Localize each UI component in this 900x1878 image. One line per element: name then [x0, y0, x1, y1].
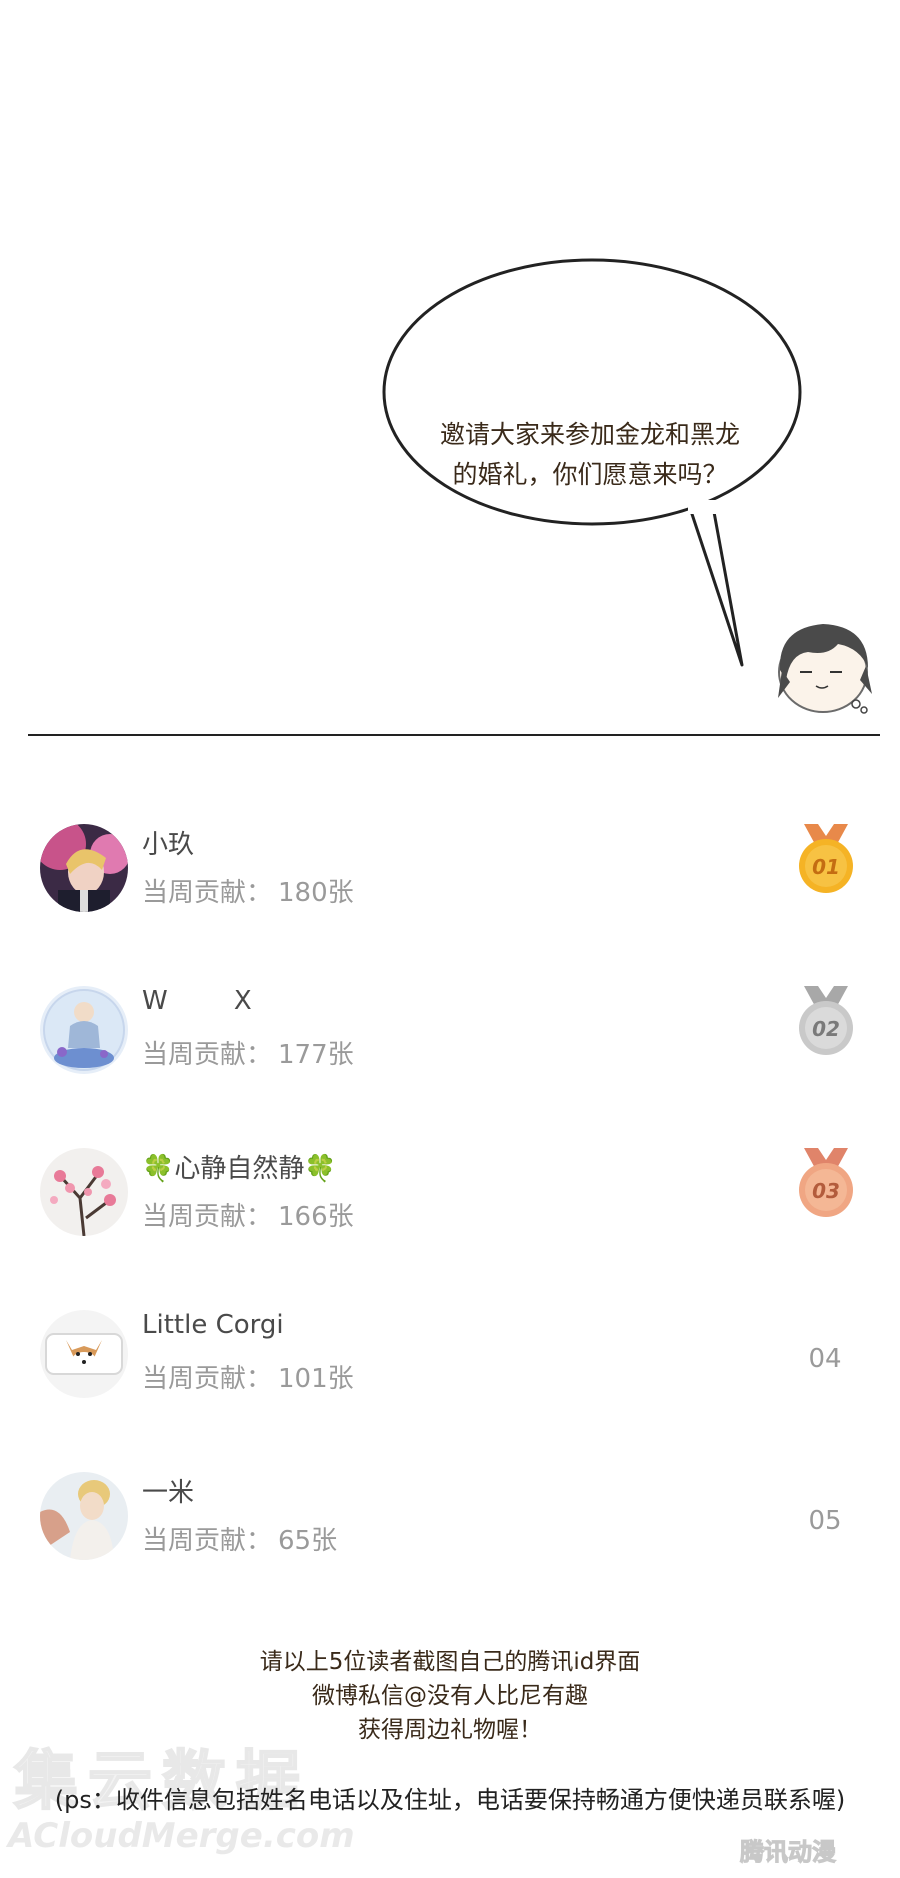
footer-line-2: 微博私信@没有人比尼有趣	[312, 1683, 588, 1709]
weekly-contribution: 当周贡献： 65张	[142, 1526, 338, 1556]
ranking-row[interactable]: Little Corgi 当周贡献： 101张 04	[0, 1286, 900, 1436]
reader-name: 一米	[142, 1478, 195, 1508]
rank-number: 05	[808, 1506, 842, 1536]
medal-rank-label: 03	[812, 1179, 840, 1203]
watermark-site-text: ACloudMerge.com	[8, 1816, 355, 1856]
chibi-character-icon	[778, 624, 872, 714]
comic-panel: 邀请大家来参加金龙和黑龙 的婚礼，你们愿意来吗？	[0, 0, 900, 720]
gold-medal-icon: 01	[799, 824, 853, 893]
medal-rank-label: 01	[812, 855, 840, 879]
weekly-contribution: 当周贡献： 101张	[142, 1364, 354, 1394]
avatar[interactable]	[40, 824, 128, 912]
divider-line	[28, 734, 880, 736]
reader-name: 小玖	[142, 830, 195, 860]
avatar[interactable]	[40, 1148, 128, 1236]
ranking-row[interactable]: 小玖 当周贡献： 180张 01	[0, 800, 900, 950]
avatar[interactable]	[40, 986, 128, 1074]
footer-line-1: 请以上5位读者截图自己的腾讯id界面	[259, 1649, 641, 1675]
weekly-contribution: 当周贡献： 177张	[142, 1040, 354, 1070]
speech-line-2: 的婚礼，你们愿意来吗？	[452, 460, 728, 489]
watermark-right: 腾讯动漫	[740, 1838, 837, 1867]
ranking-row[interactable]: W X 当周贡献： 177张 02	[0, 962, 900, 1112]
weekly-contribution: 当周贡献： 180张	[142, 878, 354, 908]
silver-medal-icon: 02	[799, 986, 853, 1055]
weekly-contribution: 当周贡献： 166张	[142, 1202, 354, 1232]
speech-line-1: 邀请大家来参加金龙和黑龙	[439, 420, 740, 449]
speech-bubble	[382, 258, 802, 667]
footer-ps: (ps：收件信息包括姓名电话以及住址，电话要保持畅通方便快递员联系喔)	[54, 1786, 846, 1814]
reader-name: W X	[142, 986, 252, 1016]
ranking-row[interactable]: 🍀心静自然静🍀 当周贡献： 166张 03	[0, 1124, 900, 1274]
speech-bubble-text: 邀请大家来参加金龙和黑龙 的婚礼，你们愿意来吗？	[410, 415, 770, 495]
rank-number: 04	[808, 1344, 842, 1374]
avatar[interactable]	[40, 1310, 128, 1398]
avatar[interactable]	[40, 1472, 128, 1560]
bronze-medal-icon: 03	[799, 1148, 853, 1217]
reader-name: 🍀心静自然静🍀	[142, 1154, 337, 1184]
medal-rank-label: 02	[812, 1017, 840, 1041]
ranking-row[interactable]: 一米 当周贡献： 65张 05	[0, 1448, 900, 1598]
reader-name: Little Corgi	[142, 1310, 284, 1340]
